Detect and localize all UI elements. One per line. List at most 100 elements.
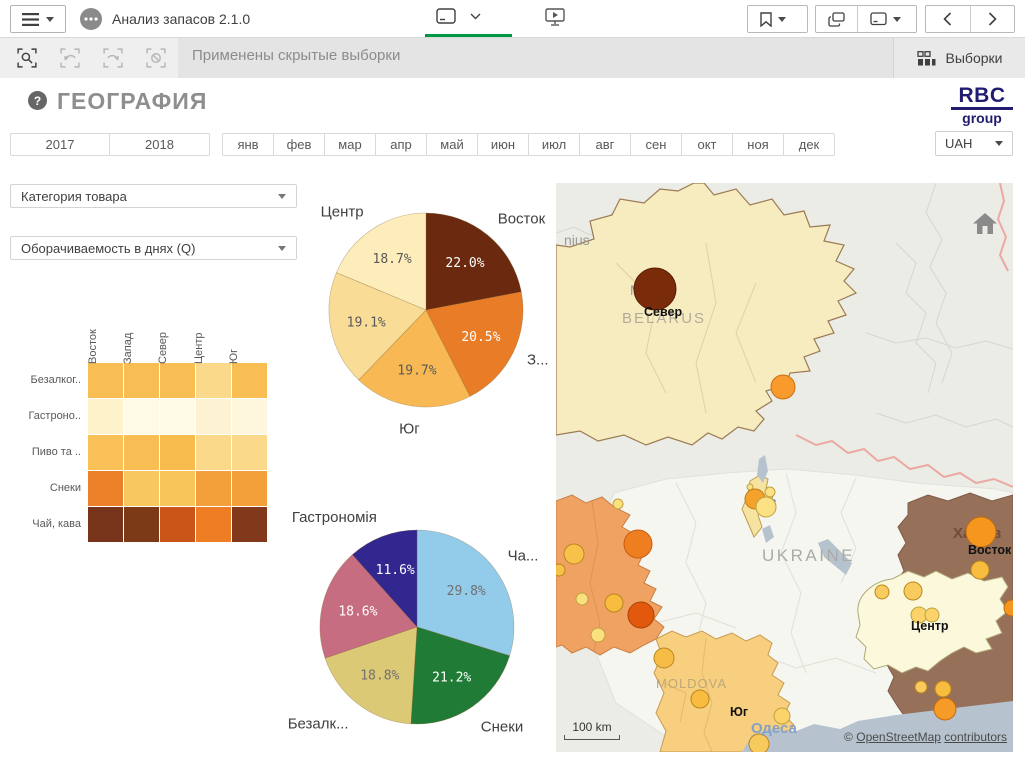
year-cell-2017[interactable]: 2017: [11, 134, 110, 155]
month-cell-июл[interactable]: июл: [529, 134, 580, 155]
heatmap-cell[interactable]: [196, 399, 231, 434]
bookmarks-button[interactable]: [748, 6, 798, 32]
currency-dropdown[interactable]: UAH: [935, 131, 1013, 156]
map-bubble[interactable]: [904, 582, 922, 600]
heatmap-column-header[interactable]: Восток: [88, 314, 123, 362]
map-bubble[interactable]: [756, 497, 776, 517]
month-cell-июн[interactable]: июн: [478, 134, 529, 155]
category-filter-label: Категория товара: [21, 189, 127, 204]
smart-search-button[interactable]: [8, 43, 46, 73]
global-menu-button[interactable]: [10, 5, 66, 33]
map-bubble[interactable]: [691, 690, 709, 708]
month-cell-апр[interactable]: апр: [376, 134, 427, 155]
heatmap-cell[interactable]: [160, 399, 195, 434]
month-cell-янв[interactable]: янв: [223, 134, 274, 155]
map-bubble[interactable]: [605, 594, 623, 612]
sheet-options-button[interactable]: [857, 6, 913, 32]
heatmap-cell[interactable]: [232, 471, 267, 506]
app-icon[interactable]: [80, 8, 102, 30]
heatmap-cell[interactable]: [232, 363, 267, 398]
month-cell-сен[interactable]: сен: [631, 134, 682, 155]
heatmap-cell[interactable]: [88, 471, 123, 506]
map-bubble[interactable]: [765, 487, 775, 497]
map-bubble[interactable]: [771, 375, 795, 399]
map-bubble[interactable]: [613, 499, 623, 509]
map-bubble[interactable]: [935, 681, 951, 697]
map-bubble[interactable]: [934, 698, 956, 720]
heatmap-cell[interactable]: [196, 435, 231, 470]
heatmap-cell[interactable]: [160, 507, 195, 542]
heatmap-cell[interactable]: [232, 435, 267, 470]
heatmap-cell[interactable]: [196, 507, 231, 542]
month-cell-окт[interactable]: окт: [682, 134, 733, 155]
map-bubble[interactable]: [628, 602, 654, 628]
copy-icon: [828, 12, 845, 27]
heatmap-row-label[interactable]: Чай, кава: [10, 507, 88, 542]
sheet-navigation-button[interactable]: [436, 8, 481, 25]
map-home-button[interactable]: [971, 209, 999, 237]
heatmap-cell[interactable]: [196, 471, 231, 506]
step-forward-button[interactable]: [94, 43, 132, 73]
heatmap-column-header[interactable]: Юг: [230, 314, 265, 362]
heatmap-column-header[interactable]: Центр: [194, 314, 229, 362]
geo-map[interactable]: МинскКиївХарківniusBELARUSСеверUKRAINEMO…: [556, 183, 1013, 752]
year-filter: 20172018: [10, 133, 210, 156]
previous-sheet-button[interactable]: [926, 6, 970, 32]
month-cell-май[interactable]: май: [427, 134, 478, 155]
heatmap-cell[interactable]: [88, 507, 123, 542]
heatmap-cell[interactable]: [124, 471, 159, 506]
map-bubble[interactable]: [971, 561, 989, 579]
heatmap-row: Чай, кава: [10, 507, 268, 542]
map-bubble[interactable]: [591, 628, 605, 642]
map-bubble[interactable]: [634, 268, 676, 310]
month-cell-дек[interactable]: дек: [784, 134, 834, 155]
heatmap-cell[interactable]: [124, 507, 159, 542]
month-cell-мар[interactable]: мар: [325, 134, 376, 155]
heatmap-row: Снеки: [10, 471, 268, 506]
home-icon: [973, 213, 997, 234]
heatmap-cell[interactable]: [232, 507, 267, 542]
map-bubble[interactable]: [654, 648, 674, 668]
turnover-filter-dropdown[interactable]: Оборачиваемость в днях (Q): [10, 236, 297, 260]
month-cell-ноя[interactable]: ноя: [733, 134, 784, 155]
heatmap-cell[interactable]: [88, 399, 123, 434]
heatmap-cell[interactable]: [232, 399, 267, 434]
month-cell-фев[interactable]: фев: [274, 134, 325, 155]
help-icon[interactable]: ?: [28, 91, 47, 110]
heatmap-cell[interactable]: [124, 363, 159, 398]
heatmap-row-label[interactable]: Пиво та ..: [10, 435, 88, 470]
heatmap-column-header[interactable]: Запад: [123, 314, 158, 362]
map-label: Юг: [730, 705, 748, 719]
heatmap-cell[interactable]: [124, 399, 159, 434]
heatmap-row: Пиво та ..: [10, 435, 268, 470]
heatmap-cell[interactable]: [160, 435, 195, 470]
map-bubble[interactable]: [875, 585, 889, 599]
heatmap-cell[interactable]: [124, 435, 159, 470]
heatmap-cell[interactable]: [196, 363, 231, 398]
map-bubble[interactable]: [556, 564, 565, 576]
presentation-mode-button[interactable]: [545, 8, 565, 26]
map-bubble[interactable]: [915, 681, 927, 693]
map-bubble[interactable]: [576, 593, 588, 605]
heatmap-cell[interactable]: [88, 435, 123, 470]
map-bubble[interactable]: [564, 544, 584, 564]
heatmap-cell[interactable]: [88, 363, 123, 398]
map-canvas[interactable]: МинскКиївХарківniusBELARUSСеверUKRAINEMO…: [556, 183, 1013, 752]
heatmap-row-label[interactable]: Гастроно..: [10, 399, 88, 434]
attribution-contributors-link[interactable]: contributors: [944, 730, 1007, 744]
map-bubble[interactable]: [624, 530, 652, 558]
step-back-button[interactable]: [51, 43, 89, 73]
year-cell-2018[interactable]: 2018: [110, 134, 209, 155]
month-cell-авг[interactable]: авг: [580, 134, 631, 155]
heatmap-cell[interactable]: [160, 363, 195, 398]
heatmap-cell[interactable]: [160, 471, 195, 506]
category-filter-dropdown[interactable]: Категория товара: [10, 184, 297, 208]
heatmap-column-header[interactable]: Север: [159, 314, 194, 362]
clear-selections-button[interactable]: [137, 43, 175, 73]
duplicate-sheet-button[interactable]: [816, 6, 857, 32]
heatmap-row-label[interactable]: Безалког..: [10, 363, 88, 398]
next-sheet-button[interactable]: [970, 6, 1015, 32]
heatmap-row-label[interactable]: Снеки: [10, 471, 88, 506]
selections-tool-button[interactable]: Выборки: [893, 38, 1025, 78]
attribution-osm-link[interactable]: OpenStreetMap: [856, 730, 941, 744]
